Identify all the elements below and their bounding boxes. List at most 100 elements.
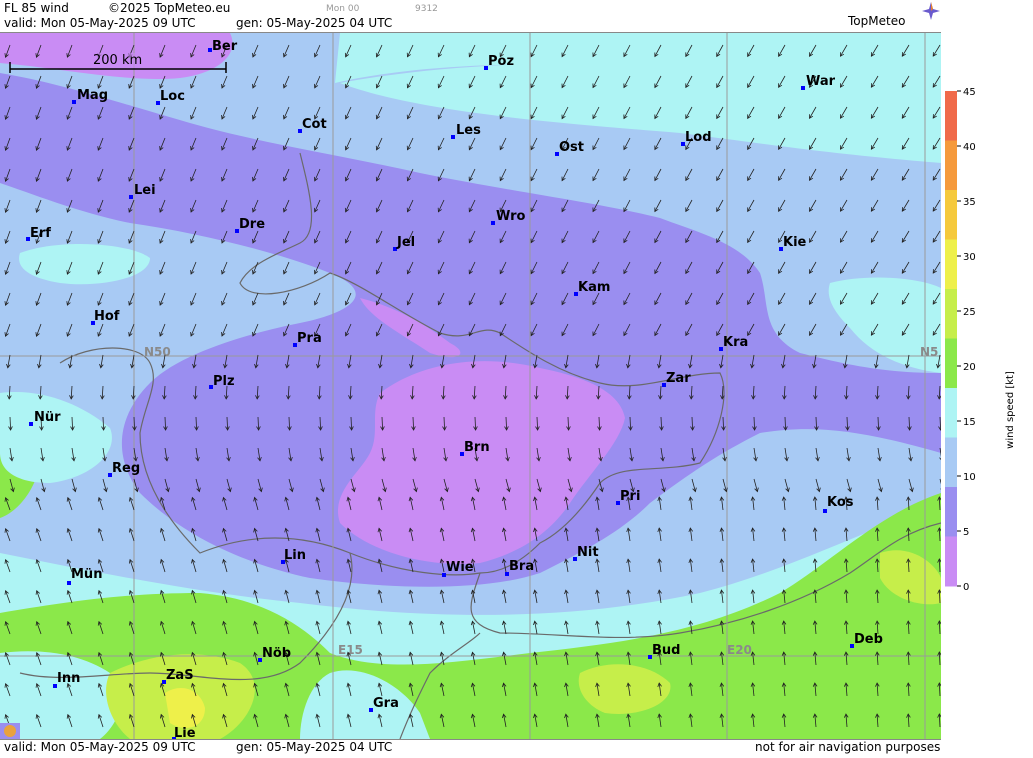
svg-text:Dre: Dre bbox=[239, 217, 265, 232]
city-erf[interactable]: Erf bbox=[26, 226, 51, 241]
city-kam[interactable]: Kam bbox=[574, 280, 610, 296]
footer-valid-time: valid: Mon 05-May-2025 09 UTC bbox=[4, 740, 195, 754]
wind-map[interactable]: N50 N5 E15 E20 200 km Ber Poz War Mag Lo… bbox=[0, 33, 941, 739]
city-mag[interactable]: Mag bbox=[72, 88, 108, 104]
compass-star-icon bbox=[922, 2, 940, 20]
city-dre[interactable]: Dre bbox=[235, 217, 265, 233]
grid-label-n50: N50 bbox=[144, 345, 171, 359]
legend-tick-label: 15 bbox=[963, 417, 976, 428]
city-ber[interactable]: Ber bbox=[208, 39, 238, 54]
svg-text:Deb: Deb bbox=[854, 632, 883, 647]
svg-text:Plz: Plz bbox=[213, 374, 235, 389]
city-ost[interactable]: Ost bbox=[555, 140, 584, 156]
city-hof[interactable]: Hof bbox=[91, 309, 120, 325]
city-war[interactable]: War bbox=[801, 74, 836, 90]
grid-label-e20: E20 bbox=[727, 643, 752, 657]
svg-text:Pri: Pri bbox=[620, 489, 640, 504]
city-cot[interactable]: Cot bbox=[298, 117, 327, 133]
legend-swatch bbox=[945, 289, 957, 339]
svg-text:Wro: Wro bbox=[496, 209, 526, 224]
legend-swatch bbox=[945, 240, 957, 290]
city-gra[interactable]: Gra bbox=[369, 696, 399, 712]
svg-text:ZaS: ZaS bbox=[166, 668, 194, 683]
svg-text:Gra: Gra bbox=[373, 696, 399, 711]
legend-swatch bbox=[945, 190, 957, 240]
code-indicator: 9312 bbox=[415, 4, 438, 14]
topmeteo-logo[interactable]: TopMeteo bbox=[848, 14, 905, 28]
svg-text:Les: Les bbox=[456, 123, 481, 138]
legend-tick-label: 45 bbox=[963, 87, 976, 98]
city-lie[interactable]: Lie bbox=[172, 726, 196, 739]
footer-bar: valid: Mon 05-May-2025 09 UTC gen: 05-Ma… bbox=[0, 739, 941, 755]
svg-text:Ber: Ber bbox=[212, 39, 238, 54]
svg-text:Kos: Kos bbox=[827, 495, 854, 510]
svg-text:Lie: Lie bbox=[174, 726, 196, 739]
svg-text:Inn: Inn bbox=[57, 671, 80, 686]
scale-bar-label: 200 km bbox=[93, 53, 142, 68]
city-wie[interactable]: Wie bbox=[442, 560, 474, 577]
svg-text:Reg: Reg bbox=[112, 461, 140, 476]
city-les[interactable]: Les bbox=[451, 123, 481, 139]
legend-tick-label: 25 bbox=[963, 307, 976, 318]
svg-text:War: War bbox=[806, 74, 836, 89]
legend-swatch bbox=[945, 537, 957, 587]
legend-swatch bbox=[945, 339, 957, 389]
svg-text:Kie: Kie bbox=[783, 235, 807, 250]
city-reg[interactable]: Reg bbox=[108, 461, 140, 477]
svg-text:Loc: Loc bbox=[160, 89, 185, 104]
city-inn[interactable]: Inn bbox=[53, 671, 80, 688]
corner-logo-icon bbox=[0, 723, 20, 739]
wind-speed-legend: 454035302520151050 wind speed [kt] bbox=[941, 0, 1033, 754]
svg-text:Lin: Lin bbox=[284, 548, 306, 563]
legend-swatch bbox=[945, 438, 957, 488]
city-zar[interactable]: Zar bbox=[662, 371, 691, 387]
grid-label-n50-right: N5 bbox=[920, 345, 938, 359]
product-title: FL 85 wind bbox=[4, 1, 69, 15]
svg-text:Kra: Kra bbox=[723, 335, 748, 350]
city-brn[interactable]: Brn bbox=[460, 440, 490, 456]
svg-text:Jel: Jel bbox=[396, 235, 415, 250]
city-poz[interactable]: Poz bbox=[484, 54, 514, 70]
svg-text:Mün: Mün bbox=[71, 567, 102, 582]
city-bud[interactable]: Bud bbox=[648, 643, 680, 659]
svg-text:Zar: Zar bbox=[666, 371, 691, 386]
legend-tick-label: 30 bbox=[963, 252, 976, 263]
city-lin[interactable]: Lin bbox=[281, 548, 306, 564]
legend-title: wind speed [kt] bbox=[1005, 371, 1016, 449]
svg-text:Nöb: Nöb bbox=[262, 646, 291, 661]
city-jel[interactable]: Jel bbox=[393, 235, 415, 251]
footer-disclaimer: not for air navigation purposes bbox=[755, 740, 940, 754]
svg-text:Mag: Mag bbox=[77, 88, 108, 103]
generated-time: gen: 05-May-2025 04 UTC bbox=[236, 16, 392, 30]
city-deb[interactable]: Deb bbox=[850, 632, 883, 648]
city-bra[interactable]: Bra bbox=[505, 559, 534, 576]
city-nit[interactable]: Nit bbox=[573, 545, 599, 561]
legend-tick-label: 35 bbox=[963, 197, 976, 208]
legend-swatch bbox=[945, 141, 957, 191]
svg-text:Cot: Cot bbox=[302, 117, 327, 132]
svg-text:Bud: Bud bbox=[652, 643, 680, 658]
city-lod[interactable]: Lod bbox=[681, 130, 712, 146]
legend-tick-label: 0 bbox=[963, 582, 969, 593]
header-bar: FL 85 wind ©2025 TopMeteo.eu Mon 00 9312… bbox=[0, 0, 941, 33]
legend-panel: 454035302520151050 wind speed [kt] bbox=[941, 0, 1033, 754]
svg-text:Nür: Nür bbox=[34, 410, 61, 425]
city-pri[interactable]: Pri bbox=[616, 489, 640, 505]
copyright-text: ©2025 TopMeteo.eu bbox=[108, 1, 230, 15]
svg-text:Erf: Erf bbox=[30, 226, 51, 241]
city-zas[interactable]: ZaS bbox=[162, 668, 194, 684]
legend-tick-label: 5 bbox=[963, 527, 969, 538]
city-wro[interactable]: Wro bbox=[491, 209, 526, 225]
city-kie[interactable]: Kie bbox=[779, 235, 807, 251]
legend-tick-label: 20 bbox=[963, 362, 976, 373]
city-pra[interactable]: Pra bbox=[293, 331, 322, 347]
legend-swatch bbox=[945, 487, 957, 537]
svg-text:Kam: Kam bbox=[578, 280, 610, 295]
city-kra[interactable]: Kra bbox=[719, 335, 748, 351]
city-nur[interactable]: Nür bbox=[29, 410, 61, 426]
city-loc[interactable]: Loc bbox=[156, 89, 185, 105]
city-nob[interactable]: Nöb bbox=[258, 646, 291, 662]
svg-text:Wie: Wie bbox=[446, 560, 474, 575]
city-plz[interactable]: Plz bbox=[209, 374, 235, 389]
svg-text:Hof: Hof bbox=[94, 309, 120, 324]
